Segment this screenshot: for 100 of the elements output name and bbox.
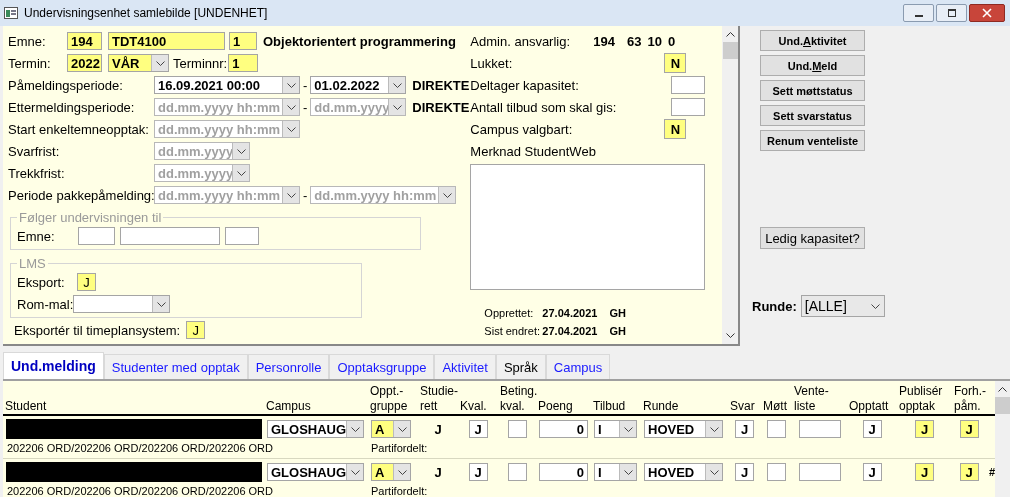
tab[interactable]: Språk [495,354,546,379]
admin-code: 0 [668,33,676,49]
date-field[interactable]: dd.mm.yyyy hh:mm [154,98,300,116]
scroll-thumb[interactable] [995,397,1010,414]
program-list: 202206 ORD/202206 ORD/202206 ORD/202206 ORD [7,485,273,497]
text-field[interactable]: TDT4100 [108,32,225,50]
group-label: LMS [18,256,47,271]
text-field[interactable]: 0 [539,420,588,438]
column-header: Studie- rett [419,384,459,414]
tab[interactable]: Campus [545,354,611,379]
dropdown[interactable]: VÅR [108,54,169,72]
audit-user: GH [609,325,626,337]
text-field[interactable]: 2022 [67,54,102,72]
checkbox-field[interactable]: J [468,420,488,438]
note-label: Partifordelt: [371,442,428,454]
text-field[interactable] [798,463,841,481]
text-field[interactable] [120,227,220,245]
action-button[interactable]: Sett møttstatus [760,80,865,101]
text-field[interactable] [671,76,706,94]
action-button[interactable]: Renum venteliste [760,130,865,151]
text-field[interactable]: 0 [539,463,588,481]
capacity-button[interactable]: Ledig kapasitet? [760,227,865,249]
chevron-down-icon [442,192,452,198]
scroll-up-icon[interactable] [998,387,1008,392]
minimize-button[interactable] [903,4,934,22]
date-field[interactable]: 01.02.2022 [310,76,407,94]
checkbox-field[interactable]: J [915,420,934,438]
text-field[interactable] [671,98,706,116]
column-header: Forh.- påm. [953,384,986,414]
scroll-up-icon[interactable] [725,32,735,37]
checkbox-field[interactable] [767,463,786,481]
checkbox-field[interactable]: J [468,463,488,481]
audit-label: Opprettet: [484,307,535,319]
action-button[interactable]: Und.Aktivitet [760,30,865,51]
action-button[interactable]: Sett svarstatus [760,105,865,126]
text-field[interactable]: 194 [67,32,102,50]
tab[interactable]: Opptaksgruppe [329,354,435,379]
text-field[interactable]: N [664,119,687,139]
dropdown[interactable]: HOVED [644,420,723,438]
field-label: Rom-mal: [17,296,74,312]
dropdown[interactable]: I [594,463,637,481]
field-label: Lukket: [470,55,514,71]
dropdown[interactable]: GLOSHAUG [267,420,364,438]
chevron-down-icon [156,301,166,307]
date-field[interactable]: dd.mm.yyyy hh:mm [310,186,457,204]
field-label: Trekkfrist: [8,165,66,181]
text-field[interactable] [225,227,259,245]
checkbox-field[interactable]: J [735,463,754,481]
course-name: Objektorientert programmering [263,33,456,49]
dropdown[interactable]: [ALLE] [800,295,885,317]
field-label: Antall tilbud som skal gis: [470,99,618,115]
text-field[interactable]: 1 [228,54,259,72]
text-field[interactable]: J [77,273,96,291]
tab[interactable]: Personrolle [247,354,330,379]
dropdown[interactable]: HOVED [644,463,723,481]
tab[interactable]: Und.melding [3,352,104,379]
scrollbar[interactable] [722,26,738,344]
scroll-down-icon[interactable] [725,333,735,338]
chevron-down-icon [236,170,246,176]
maximize-button[interactable] [936,4,967,22]
text-field[interactable] [78,227,115,245]
dropdown[interactable] [73,295,171,313]
field-label: Svarfrist: [8,143,61,159]
dropdown[interactable]: A [371,463,411,481]
text-field[interactable]: J [186,321,206,339]
field-label: Eksportér til timeplansystem: [14,322,181,338]
checkbox-field[interactable]: J [862,463,882,481]
date-field[interactable]: 16.09.2021 00:00 [154,76,300,94]
checkbox-field[interactable] [507,420,527,438]
chevron-down-icon [709,426,719,432]
text-field[interactable]: N [664,53,687,73]
dropdown[interactable]: I [594,420,637,438]
checkbox-field[interactable] [767,420,786,438]
row-marker: # [989,466,996,478]
column-header: Oppt.- gruppe [369,384,408,414]
scroll-thumb[interactable] [722,42,738,59]
checkbox-field[interactable] [507,463,527,481]
checkbox-field[interactable]: J [915,463,934,481]
dropdown[interactable]: GLOSHAUG [267,463,364,481]
action-button[interactable]: Und.Meld [760,55,865,76]
minimize-icon [914,15,923,17]
checkbox-field[interactable]: J [862,420,882,438]
note-label: Partifordelt: [371,485,428,497]
remark-textarea[interactable] [470,164,706,290]
checkbox-field[interactable]: J [959,463,979,481]
tab[interactable]: Studenter med opptak [103,354,248,379]
audit-user: GH [609,307,626,319]
column-header: Runde [642,399,679,414]
scrollbar[interactable] [995,381,1010,497]
checkbox-field[interactable]: J [959,420,979,438]
text-field[interactable] [798,420,841,438]
date-field[interactable]: dd.mm.yyyy hh:mm [154,120,300,138]
audit-date: 27.04.2021 [542,307,598,319]
dropdown[interactable]: A [371,420,411,438]
text-field[interactable]: 1 [229,32,257,50]
tab[interactable]: Aktivitet [434,354,496,379]
close-button[interactable] [969,4,1005,22]
column-header: Kval. [459,399,487,414]
checkbox-field[interactable]: J [735,420,754,438]
date-field[interactable]: dd.mm.yyyy hh:mm [154,186,300,204]
